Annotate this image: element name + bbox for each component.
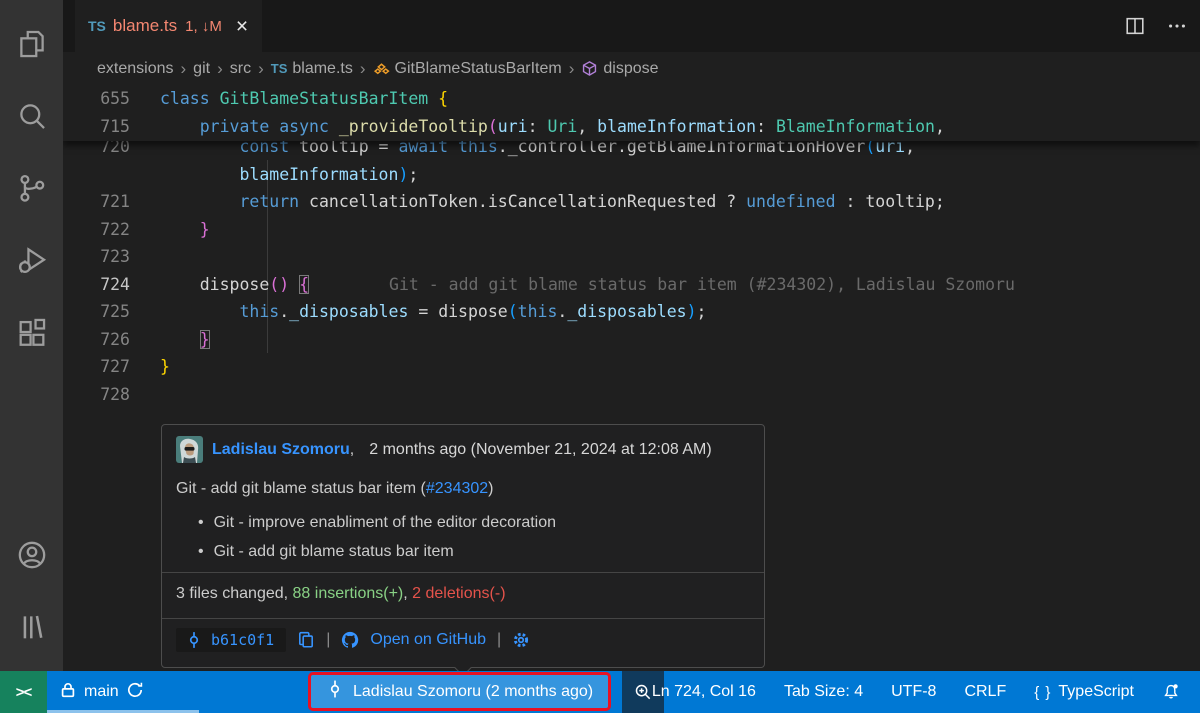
insertions-count: 88 insertions(+) <box>293 585 404 602</box>
breadcrumb-item-dispose[interactable]: dispose <box>581 60 658 78</box>
typescript-file-icon: TS <box>88 18 106 34</box>
status-bar: >< main Ladislau Szomoru (2 months ago) … <box>0 671 1200 713</box>
code-line-727: 727} <box>63 353 1200 381</box>
status-item-ln-724-col-16[interactable]: Ln 724, Col 16 <box>638 683 770 701</box>
separator: | <box>497 631 501 649</box>
tab-label: blame.ts <box>113 16 177 36</box>
source-control-icon[interactable] <box>0 152 63 224</box>
breadcrumb-label: dispose <box>603 60 658 78</box>
vscode-window: TS blame.ts 1, ↓M × extensions › git › src › T… <box>0 0 1200 713</box>
breadcrumb-label: extensions <box>97 60 174 78</box>
commit-message-bullet: •Git - improve enabliment of the editor … <box>198 514 750 532</box>
tab-blame-ts[interactable]: TS blame.ts 1, ↓M × <box>75 0 262 52</box>
commit-message-bullet: •Git - add git blame status bar item <box>198 543 750 561</box>
author-separator: , <box>350 441 354 458</box>
open-on-github-link[interactable]: Open on GitHub <box>370 631 486 649</box>
status-item-tab-size-4[interactable]: Tab Size: 4 <box>770 683 877 701</box>
code-line-725: 725 this._disposables = dispose(this._di… <box>63 298 1200 326</box>
breadcrumb-label: src <box>230 60 251 78</box>
code-line-715: 715 private async _provideTooltip(uri: U… <box>63 113 1200 141</box>
line-number: 725 <box>63 302 130 321</box>
code-line-wrap: blameInformation); <box>63 161 1200 189</box>
symbol-class-icon <box>373 60 390 77</box>
separator: | <box>326 631 330 649</box>
line-number: 728 <box>63 385 130 404</box>
explorer-icon[interactable] <box>0 8 63 80</box>
more-actions-icon[interactable] <box>1166 15 1188 37</box>
run-debug-icon[interactable] <box>0 224 63 296</box>
commit-subject: Git - add git blame status bar item (#23… <box>176 480 750 498</box>
line-number: 723 <box>63 247 130 266</box>
breadcrumb-item-git[interactable]: git <box>193 60 210 78</box>
status-item-typescript[interactable]: { }TypeScript <box>1020 683 1148 701</box>
close-icon[interactable]: × <box>236 16 248 37</box>
status-item-crlf[interactable]: CRLF <box>950 683 1020 701</box>
chevron-right-icon: › <box>181 59 187 79</box>
line-number: 715 <box>63 117 130 136</box>
chevron-right-icon: › <box>217 59 223 79</box>
typescript-file-icon: TS <box>271 61 288 76</box>
activity-bar <box>0 0 63 671</box>
code-line-722: 722 } <box>63 216 1200 244</box>
breadcrumb: extensions › git › src › TS blame.ts › GitBlameSt… <box>63 52 1200 85</box>
lock-icon <box>59 681 77 704</box>
sync-icon <box>126 681 144 704</box>
breadcrumb-item-src[interactable]: src <box>230 60 251 78</box>
remote-indicator[interactable]: >< <box>0 671 47 713</box>
breadcrumb-label: blame.ts <box>292 60 352 78</box>
line-number: 722 <box>63 220 130 239</box>
extensions-icon[interactable] <box>0 296 63 368</box>
branch-name: main <box>84 683 119 701</box>
branch-item[interactable]: main <box>49 671 154 713</box>
gear-icon[interactable] <box>512 631 530 649</box>
line-number: 726 <box>63 330 130 349</box>
tab-bar: TS blame.ts 1, ↓M × <box>63 0 1200 52</box>
git-blame-status-item[interactable]: Ladislau Szomoru (2 months ago) <box>308 672 611 711</box>
copy-icon[interactable] <box>297 631 315 649</box>
search-icon[interactable] <box>0 80 63 152</box>
account-icon[interactable] <box>0 519 63 591</box>
line-number: 727 <box>63 357 130 376</box>
git-commit-icon <box>326 680 344 703</box>
inline-blame-annotation[interactable]: Git - add git blame status bar item (#23… <box>389 275 1015 294</box>
sticky-scroll: 655class GitBlameStatusBarItem {715 priv… <box>63 85 1200 141</box>
braces-icon: { } <box>1034 684 1051 701</box>
line-number: 655 <box>63 89 130 108</box>
chevron-right-icon: › <box>569 59 575 79</box>
line-number: 721 <box>63 192 130 211</box>
code-line-723: 723 <box>63 243 1200 271</box>
deletions-count: 2 deletions(-) <box>412 585 505 602</box>
github-icon <box>341 631 359 649</box>
avatar <box>176 436 203 463</box>
symbol-method-icon <box>581 60 598 77</box>
code-line-726: 726 } <box>63 326 1200 354</box>
line-number: 724 <box>63 275 130 294</box>
split-editor-icon[interactable] <box>1124 15 1146 37</box>
commit-hash-button[interactable]: b61c0f1 <box>176 628 286 652</box>
chevron-right-icon: › <box>360 59 366 79</box>
issue-link[interactable]: #234302 <box>426 480 488 497</box>
commit-time: 2 months ago (November 21, 2024 at 12:08… <box>369 441 711 459</box>
bell-icon[interactable] <box>1148 683 1194 701</box>
tab-decoration-badge: 1, ↓M <box>185 18 222 35</box>
breadcrumb-item-gitblamestatusbaritem[interactable]: GitBlameStatusBarItem <box>373 60 562 78</box>
code-line-655: 655class GitBlameStatusBarItem { <box>63 85 1200 113</box>
code-line-724: 724 dispose() {Git - add git blame statu… <box>63 271 1200 299</box>
git-blame-hover: Ladislau Szomoru, 2 months ago (November… <box>161 424 765 668</box>
breadcrumb-label: git <box>193 60 210 78</box>
blame-status-label: Ladislau Szomoru (2 months ago) <box>353 683 593 701</box>
code-line-721: 721 return cancellationToken.isCancellat… <box>63 188 1200 216</box>
breadcrumb-label: GitBlameStatusBarItem <box>395 60 562 78</box>
commit-stats: 3 files changed, 88 insertions(+), 2 del… <box>162 573 764 615</box>
breadcrumb-item-blame-ts[interactable]: TS blame.ts <box>271 60 353 78</box>
status-item-utf-8[interactable]: UTF-8 <box>877 683 950 701</box>
library-icon[interactable] <box>0 591 63 663</box>
author-link[interactable]: Ladislau Szomoru <box>212 441 350 458</box>
chevron-right-icon: › <box>258 59 264 79</box>
git-commit-icon <box>185 631 203 649</box>
code-line-728: 728 <box>63 381 1200 409</box>
breadcrumb-item-extensions[interactable]: extensions <box>97 60 174 78</box>
